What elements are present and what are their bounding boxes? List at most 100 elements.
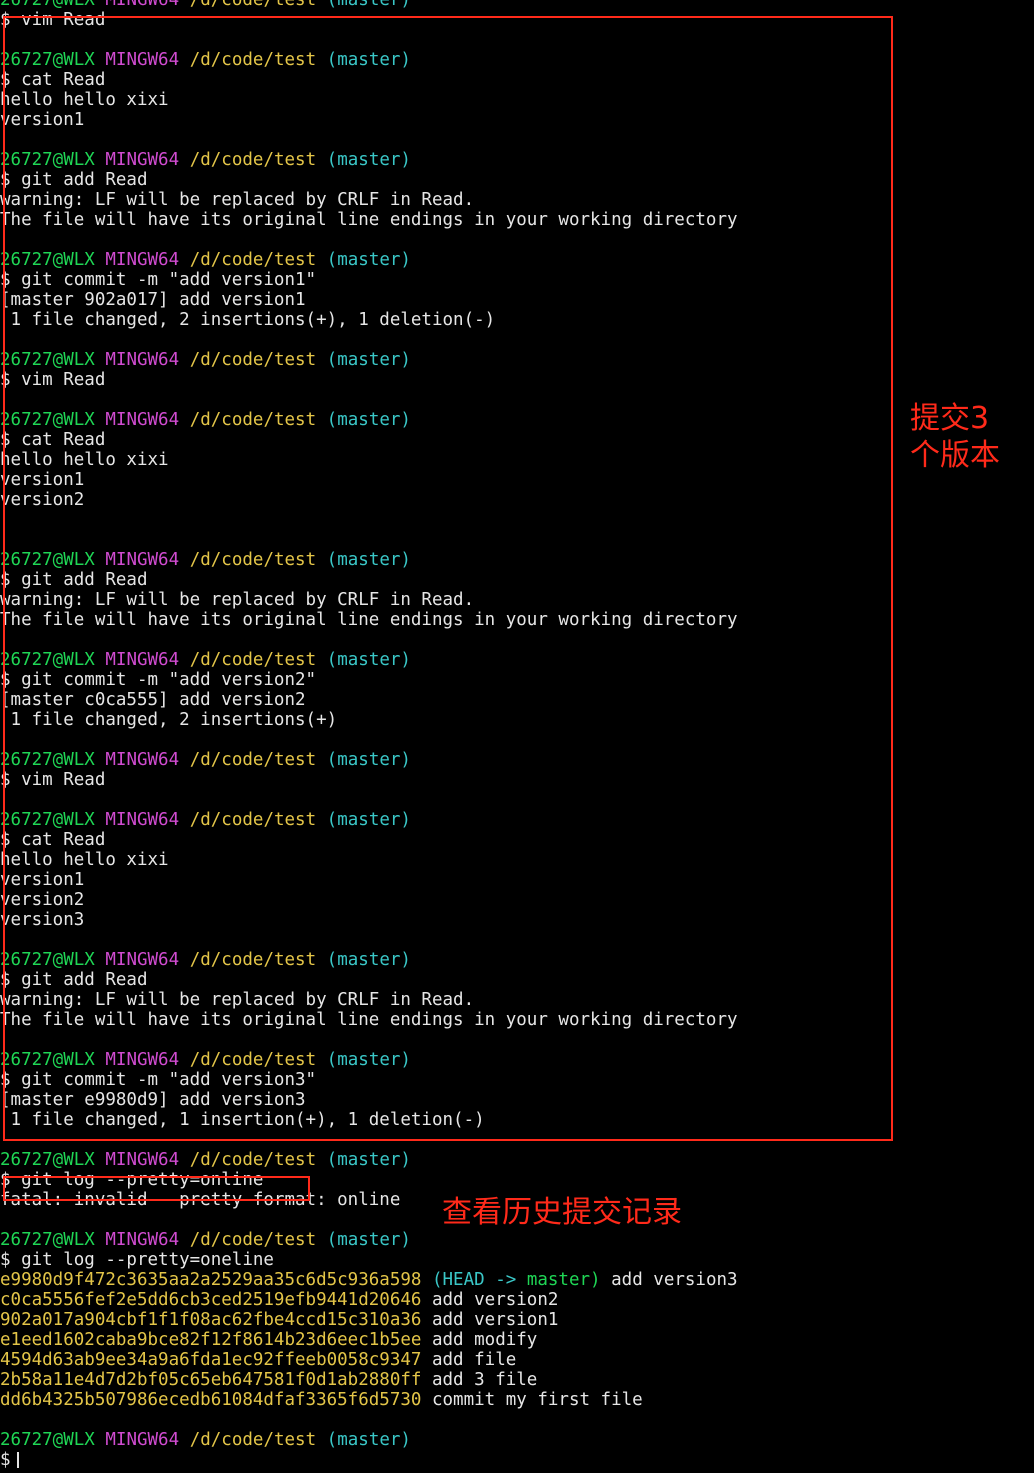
prompt-user: 26727@WLX [0,350,95,370]
prompt-branch: (master) [326,1050,411,1070]
output-text: [master e9980d9] add version3 [0,1090,306,1110]
prompt-host: MINGW64 [105,650,180,670]
output-text: $ git add Read [0,970,148,990]
terminal-output[interactable]: 26727@WLX MINGW64 /d/code/test (master) $… [0,0,1034,1470]
output-line: The file will have its original line end… [0,610,1034,630]
output-text: warning: LF will be replaced by CRLF in … [0,590,475,610]
prompt-path: /d/code/test [189,950,317,970]
prompt-host: MINGW64 [105,1150,180,1170]
prompt-line: 26727@WLX MINGW64 /d/code/test (master) [0,950,1034,970]
output-text: $ git log --pretty=online [0,1170,264,1190]
prompt-line: 26727@WLX MINGW64 /d/code/test (master) [0,650,1034,670]
output-text: 1 file changed, 1 insertion(+), 1 deleti… [0,1110,485,1130]
output-text: hello hello xixi [0,850,169,870]
prompt-user: 26727@WLX [0,250,95,270]
commit-hash: 902a017a904cbf1f1f08ac62fbe4ccd15c310a36 [0,1310,422,1330]
output-text: warning: LF will be replaced by CRLF in … [0,190,475,210]
output-line: hello hello xixi [0,450,1034,470]
output-line: 1 file changed, 2 insertions(+) [0,710,1034,730]
output-line: $ git log --pretty=online [0,1170,1034,1190]
prompt-user: 26727@WLX [0,410,95,430]
log-entry: e9980d9f472c3635aa2a2529aa35c6d5c936a598… [0,1270,1034,1290]
history-annotation: 查看历史提交记录 [442,1195,682,1230]
commit-hash: 2b58a11e4d7d2bf05c65eb647581f0d1ab2880ff [0,1370,422,1390]
prompt-user: 26727@WLX [0,650,95,670]
output-text: $ git log --pretty=oneline [0,1250,274,1270]
prompt-line: 26727@WLX MINGW64 /d/code/test (master) [0,50,1034,70]
output-text: $ git add Read [0,170,148,190]
commit-hash: dd6b4325b507986ecedb61084dfaf3365f6d5730 [0,1390,422,1410]
prompt-host: MINGW64 [105,1430,180,1450]
prompt-line: 26727@WLX MINGW64 /d/code/test (master) [0,250,1034,270]
output-line: version1 [0,110,1034,130]
output-line: $ git add Read [0,970,1034,990]
prompt-host: MINGW64 [105,150,180,170]
head-ref: (HEAD -> [431,1270,517,1290]
output-text: version1 [0,470,85,490]
commits-annotation: 提交3 个版本 [910,401,1000,473]
prompt-host: MINGW64 [105,0,180,10]
output-text: $ git commit -m "add version1" [0,270,317,290]
prompt-host: MINGW64 [105,1230,180,1250]
prompt-user: 26727@WLX [0,750,95,770]
output-text: version3 [0,910,85,930]
output-text: 1 file changed, 2 insertions(+) [0,710,338,730]
prompt-path: /d/code/test [189,150,317,170]
prompt-host: MINGW64 [105,1050,180,1070]
input-line: $ [0,1450,1034,1470]
output-line: $ vim Read [0,770,1034,790]
prompt-line: 26727@WLX MINGW64 /d/code/test (master) [0,810,1034,830]
prompt-line: 26727@WLX MINGW64 /d/code/test (master) [0,1150,1034,1170]
prompt-line: 26727@WLX MINGW64 /d/code/test (master) [0,410,1034,430]
commit-message: commit my first file [431,1390,643,1410]
prompt-branch: (master) [326,1150,411,1170]
prompt-line: 26727@WLX MINGW64 /d/code/test (master) [0,350,1034,370]
output-text: [master 902a017] add version1 [0,290,306,310]
prompt-branch: (master) [326,250,411,270]
commit-message: add version1 [431,1310,559,1330]
prompt-host: MINGW64 [105,250,180,270]
log-entry: dd6b4325b507986ecedb61084dfaf3365f6d5730… [0,1390,1034,1410]
commit-message: add 3 file [431,1370,538,1390]
prompt-branch: (master) [326,350,411,370]
output-text: $ cat Read [0,70,106,90]
output-line: warning: LF will be replaced by CRLF in … [0,990,1034,1010]
prompt-host: MINGW64 [105,410,180,430]
prompt-user: 26727@WLX [0,810,95,830]
prompt-path: /d/code/test [189,410,317,430]
output-line: hello hello xixi [0,850,1034,870]
output-text: The file will have its original line end… [0,210,738,230]
output-line: $ git add Read [0,170,1034,190]
log-entry: 902a017a904cbf1f1f08ac62fbe4ccd15c310a36… [0,1310,1034,1330]
commit-hash: c0ca5556fef2e5dd6cb3ced2519efb9441d20646 [0,1290,422,1310]
prompt-branch: (master) [326,150,411,170]
output-line: version2 [0,490,1034,510]
output-line: The file will have its original line end… [0,1010,1034,1030]
output-line: $ vim Read [0,370,1034,390]
output-line: version2 [0,890,1034,910]
prompt-line: 26727@WLX MINGW64 /d/code/test (master) [0,1050,1034,1070]
commit-message: add modify [431,1330,538,1350]
output-text: $ cat Read [0,830,106,850]
commit-hash: 4594d63ab9ee34a9a6fda1ec92ffeeb0058c9347 [0,1350,422,1370]
prompt-line: 26727@WLX MINGW64 /d/code/test (master) [0,0,1034,10]
prompt-user: 26727@WLX [0,1230,95,1250]
output-line: warning: LF will be replaced by CRLF in … [0,590,1034,610]
prompt-host: MINGW64 [105,550,180,570]
commit-message: add file [431,1350,517,1370]
prompt-branch: (master) [326,750,411,770]
branch-ref: master) [526,1270,601,1290]
prompt-branch: (master) [326,0,411,10]
commit-message: add version2 [431,1290,559,1310]
prompt-line: 26727@WLX MINGW64 /d/code/test (master) [0,150,1034,170]
text-cursor[interactable] [16,1452,19,1468]
output-line: [master e9980d9] add version3 [0,1090,1034,1110]
prompt-line: 26727@WLX MINGW64 /d/code/test (master) [0,1430,1034,1450]
output-text: hello hello xixi [0,450,169,470]
prompt-line: 26727@WLX MINGW64 /d/code/test (master) [0,750,1034,770]
